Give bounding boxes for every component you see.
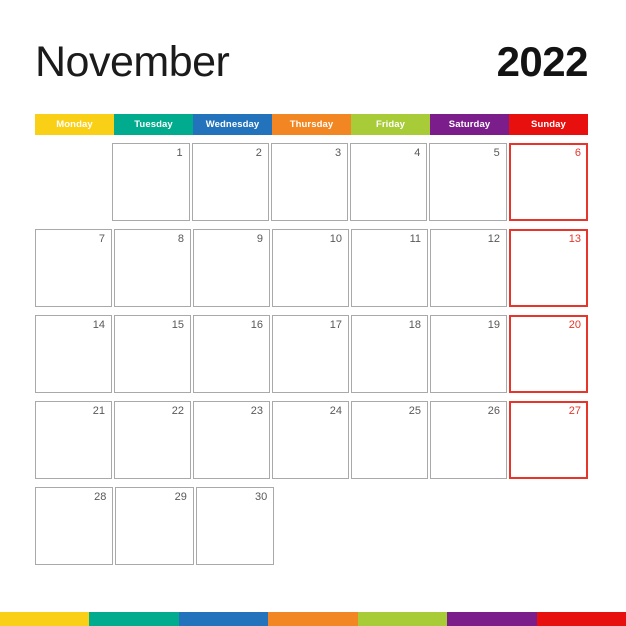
day-number: 5 bbox=[493, 147, 500, 159]
day-number: 28 bbox=[94, 491, 107, 503]
day-cell[interactable]: 11 bbox=[351, 229, 428, 307]
week-row: 21 22 23 24 25 26 27 bbox=[35, 401, 588, 479]
day-number: 3 bbox=[335, 147, 342, 159]
day-cell-empty bbox=[35, 143, 110, 221]
day-cell[interactable]: 22 bbox=[114, 401, 191, 479]
day-number: 26 bbox=[487, 405, 500, 417]
weekday-label: Thursday bbox=[289, 118, 334, 130]
weekday-header-bar: Monday Tuesday Wednesday Thursday Friday Satu… bbox=[35, 114, 588, 135]
day-number: 20 bbox=[568, 319, 581, 331]
footer-segment-4 bbox=[268, 612, 358, 626]
day-cell[interactable]: 6 bbox=[508, 143, 588, 221]
day-cell-empty bbox=[512, 487, 588, 565]
day-cell[interactable]: 5 bbox=[429, 143, 507, 221]
day-grid: 1 2 3 4 5 6 7 8 9 10 11 12 13 14 15 16 17 18 19 20 21 22 23 24 2… bbox=[35, 143, 588, 565]
day-cell[interactable]: 9 bbox=[193, 229, 270, 307]
footer-segment-7 bbox=[536, 612, 626, 626]
day-number: 23 bbox=[250, 405, 263, 417]
day-cell[interactable]: 3 bbox=[270, 143, 349, 221]
day-number: 19 bbox=[487, 319, 500, 331]
footer-segment-5 bbox=[357, 612, 448, 626]
day-cell-empty bbox=[276, 487, 352, 565]
day-number: 21 bbox=[92, 405, 105, 417]
day-cell[interactable]: 28 bbox=[35, 487, 114, 565]
day-number: 30 bbox=[255, 491, 268, 503]
week-row: 14 15 16 17 18 19 20 bbox=[35, 315, 588, 393]
weekday-label: Friday bbox=[375, 118, 406, 130]
day-number: 11 bbox=[409, 233, 421, 245]
month-title: November bbox=[35, 37, 230, 86]
day-number: 17 bbox=[329, 319, 342, 331]
day-cell[interactable]: 23 bbox=[193, 401, 270, 479]
week-row: 28 29 30 bbox=[35, 487, 588, 565]
day-cell[interactable]: 27 bbox=[509, 401, 588, 479]
day-number: 27 bbox=[568, 405, 581, 417]
weekday-header-sunday: Sunday bbox=[509, 114, 588, 135]
day-cell[interactable]: 2 bbox=[191, 143, 269, 221]
weekday-label: Wednesday bbox=[205, 118, 260, 130]
day-number: 18 bbox=[408, 319, 421, 331]
week-row: 7 8 9 10 11 12 13 bbox=[35, 229, 588, 307]
day-cell[interactable]: 10 bbox=[272, 229, 349, 307]
year-title: 2022 bbox=[496, 38, 589, 85]
day-cell[interactable]: 14 bbox=[35, 315, 112, 393]
weekday-header-saturday: Saturday bbox=[430, 114, 509, 135]
day-number: 16 bbox=[250, 319, 263, 331]
day-number: 12 bbox=[487, 233, 500, 245]
week-row: 1 2 3 4 5 6 bbox=[35, 143, 588, 221]
day-number: 15 bbox=[171, 319, 184, 331]
day-number: 13 bbox=[568, 233, 581, 245]
day-number: 4 bbox=[414, 147, 421, 159]
day-number: 10 bbox=[329, 233, 342, 245]
day-cell[interactable]: 16 bbox=[193, 315, 270, 393]
day-number: 7 bbox=[98, 233, 105, 245]
weekday-header-friday: Friday bbox=[351, 114, 430, 135]
day-cell[interactable]: 26 bbox=[430, 401, 507, 479]
day-number: 22 bbox=[171, 405, 184, 417]
footer-segment-2 bbox=[89, 612, 179, 626]
day-number: 29 bbox=[174, 491, 187, 503]
day-cell[interactable]: 20 bbox=[509, 315, 588, 393]
weekday-header-thursday: Thursday bbox=[272, 114, 351, 135]
day-cell[interactable]: 18 bbox=[351, 315, 428, 393]
day-cell[interactable]: 12 bbox=[430, 229, 507, 307]
day-cell-empty bbox=[433, 487, 509, 565]
weekday-label: Saturday bbox=[448, 118, 491, 130]
day-number: 25 bbox=[408, 405, 421, 417]
day-cell[interactable]: 7 bbox=[35, 229, 112, 307]
day-number: 8 bbox=[177, 233, 184, 245]
day-cell[interactable]: 19 bbox=[430, 315, 507, 393]
day-cell[interactable]: 17 bbox=[272, 315, 349, 393]
day-number: 9 bbox=[256, 233, 263, 245]
day-cell[interactable]: 29 bbox=[115, 487, 194, 565]
day-number: 2 bbox=[255, 147, 262, 159]
weekday-header-tuesday: Tuesday bbox=[114, 114, 193, 135]
day-cell[interactable]: 24 bbox=[272, 401, 349, 479]
footer-segment-6 bbox=[447, 612, 537, 626]
day-cell[interactable]: 8 bbox=[114, 229, 191, 307]
day-cell[interactable]: 15 bbox=[114, 315, 191, 393]
day-cell-empty bbox=[355, 487, 431, 565]
day-cell[interactable]: 21 bbox=[35, 401, 112, 479]
calendar-title-row: November 2022 bbox=[35, 36, 589, 88]
footer-segment-1 bbox=[0, 612, 90, 626]
day-cell[interactable]: 4 bbox=[350, 143, 428, 221]
weekday-label: Sunday bbox=[531, 118, 566, 130]
footer-segment-3 bbox=[178, 612, 269, 626]
day-number: 6 bbox=[574, 147, 581, 159]
day-cell[interactable]: 25 bbox=[351, 401, 428, 479]
weekday-label: Monday bbox=[56, 118, 93, 130]
day-number: 24 bbox=[329, 405, 342, 417]
calendar-page: November 2022 Monday Tuesday Wednesday Thur… bbox=[0, 0, 626, 626]
weekday-header-wednesday: Wednesday bbox=[193, 114, 272, 135]
day-number: 1 bbox=[176, 147, 183, 159]
footer-color-bar bbox=[0, 612, 626, 626]
day-cell[interactable]: 1 bbox=[112, 143, 190, 221]
weekday-header-monday: Monday bbox=[35, 114, 114, 135]
day-cell[interactable]: 30 bbox=[195, 487, 275, 565]
day-cell[interactable]: 13 bbox=[509, 229, 588, 307]
weekday-label: Tuesday bbox=[134, 118, 173, 130]
day-number: 14 bbox=[92, 319, 105, 331]
